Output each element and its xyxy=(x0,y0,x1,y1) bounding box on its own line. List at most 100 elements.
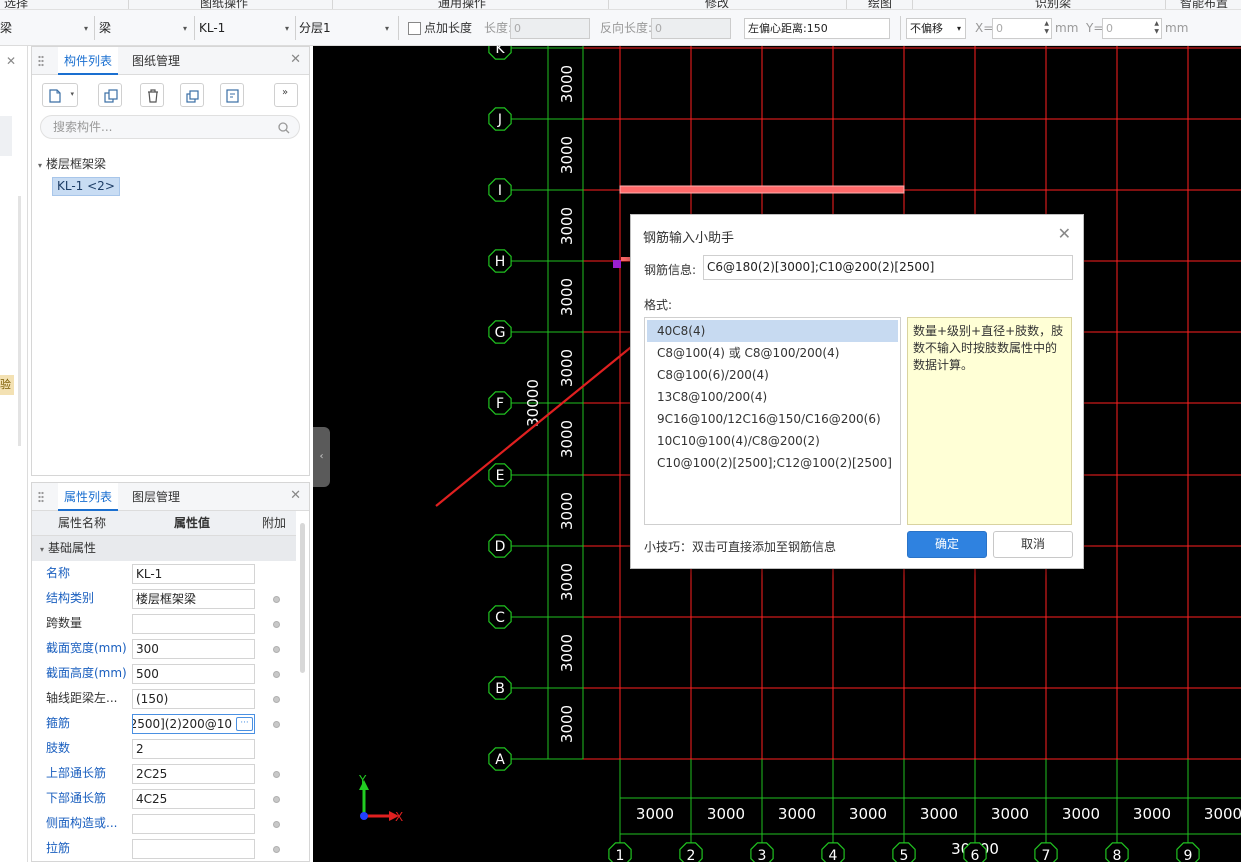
more-icon[interactable]: ··· xyxy=(236,717,253,731)
reverse-length-input[interactable]: 0 xyxy=(651,18,731,39)
axis-label: J xyxy=(497,112,502,128)
more-button[interactable]: » xyxy=(274,83,298,107)
format-list: 40C8(4) C8@100(4) 或 C8@100/200(4) C8@100… xyxy=(644,317,901,525)
component-panel: 构件列表 图纸管理 ✕ ▾ » 搜索构件... ▾ 楼层框架梁 KL-1 <2> xyxy=(31,46,310,476)
x-input[interactable]: 0 ▲ ▼ xyxy=(992,18,1052,39)
ribbon-modify[interactable]: 修改 xyxy=(705,0,729,9)
spacing-label: 3000 xyxy=(1062,805,1100,823)
new-component-button[interactable]: ▾ xyxy=(42,83,78,107)
extra-checkbox[interactable] xyxy=(273,646,280,653)
type-select-2[interactable]: 梁 ▾ xyxy=(99,18,191,39)
rebar-info-input[interactable]: C6@180(2)[3000];C10@200(2)[2500] xyxy=(703,255,1073,280)
spacing-label: 3000 xyxy=(707,805,745,823)
property-value-input[interactable] xyxy=(132,614,255,634)
format-item[interactable]: 13C8@100/200(4) xyxy=(645,386,900,408)
format-item[interactable]: 9C16@100/12C16@150/C16@200(6) xyxy=(645,408,900,430)
extra-checkbox[interactable] xyxy=(273,696,280,703)
format-item[interactable]: C8@100(6)/200(4) xyxy=(645,364,900,386)
axis-label: 4 xyxy=(829,848,838,862)
beam-segment xyxy=(619,185,905,194)
spacing-label: 3000 xyxy=(778,805,816,823)
copy-component-button[interactable] xyxy=(98,83,122,107)
format-item[interactable]: C10@100(2)[2500];C12@100(2)[2500] xyxy=(645,452,900,474)
drag-handle-icon[interactable] xyxy=(38,491,44,503)
format-item[interactable]: 40C8(4) xyxy=(647,320,898,342)
property-row: 箍筋10@200(2)[2500]··· xyxy=(32,711,296,736)
tab-drawing-management[interactable]: 图纸管理 xyxy=(126,47,186,75)
tree-item-kl1[interactable]: KL-1 <2> xyxy=(52,177,120,196)
property-value-input[interactable]: 2C25 xyxy=(132,764,255,784)
delete-component-button[interactable] xyxy=(140,83,164,107)
spinner-icon[interactable]: ▲ ▼ xyxy=(1154,20,1159,36)
spacing-label: 3000 xyxy=(558,278,576,316)
drag-handle-icon[interactable] xyxy=(38,55,44,67)
extra-checkbox[interactable] xyxy=(273,671,280,678)
tip-text: 小技巧：双击可直接添加至钢筋信息 xyxy=(644,540,837,554)
origin-dot xyxy=(360,812,368,820)
tab-property-list[interactable]: 属性列表 xyxy=(58,483,119,511)
copy-to-floor-button[interactable] xyxy=(180,83,204,107)
axis-label: G xyxy=(495,325,506,341)
axis-label: 8 xyxy=(1113,848,1122,862)
extra-checkbox[interactable] xyxy=(273,621,280,628)
close-icon[interactable]: ✕ xyxy=(290,488,301,503)
close-icon[interactable]: ✕ xyxy=(1058,224,1071,243)
scrollbar[interactable] xyxy=(300,523,305,673)
property-value-input[interactable]: KL-1 xyxy=(132,564,255,584)
extra-checkbox[interactable] xyxy=(273,821,280,828)
copy-icon xyxy=(104,89,118,103)
confirm-button[interactable]: 确定 xyxy=(907,531,987,558)
property-value-input[interactable]: 楼层框架梁 xyxy=(132,589,255,609)
component-select[interactable]: KL-1 ▾ xyxy=(199,18,293,39)
property-value-input[interactable]: 2 xyxy=(132,739,255,759)
cancel-button[interactable]: 取消 xyxy=(993,531,1073,558)
property-row: 跨数量 xyxy=(32,611,296,636)
tree-node-floor-frame-beam[interactable]: ▾ 楼层框架梁 xyxy=(38,155,106,172)
format-item[interactable]: 10C10@100(4)/C8@200(2) xyxy=(645,430,900,452)
point-length-checkbox[interactable] xyxy=(408,22,421,35)
spacing-label: 3000 xyxy=(558,634,576,672)
component-search-input[interactable]: 搜索构件... xyxy=(40,115,300,139)
layer-select[interactable]: 分层1 ▾ xyxy=(299,18,393,39)
property-row: 截面高度(mm) 500 xyxy=(32,661,296,686)
spinner-icon[interactable]: ▲ ▼ xyxy=(1044,20,1049,36)
close-icon[interactable]: ✕ xyxy=(6,54,16,68)
tab-component-list[interactable]: 构件列表 xyxy=(58,47,119,75)
property-value-input[interactable]: (150) xyxy=(132,689,255,709)
length-input[interactable]: 0 xyxy=(510,18,590,39)
property-value-input[interactable]: 500 xyxy=(132,664,255,684)
extra-checkbox[interactable] xyxy=(273,596,280,603)
y-label: Y= xyxy=(1086,21,1104,35)
extra-checkbox[interactable] xyxy=(273,771,280,778)
offset-mode-select[interactable]: 不偏移 ▾ xyxy=(906,18,966,39)
side-tag[interactable]: 验 xyxy=(0,375,14,395)
offset-field[interactable]: 左偏心距离:150 xyxy=(744,18,890,39)
collapse-panel-button[interactable]: ‹ xyxy=(313,427,330,487)
ribbon-drawing-ops[interactable]: 图纸操作 xyxy=(200,0,248,9)
extra-checkbox[interactable] xyxy=(273,846,280,853)
spacing-label: 3000 xyxy=(1133,805,1171,823)
property-value-input[interactable] xyxy=(132,839,255,859)
format-item[interactable]: C8@100(4) 或 C8@100/200(4) xyxy=(645,342,900,364)
type-select-1[interactable]: 梁 ▾ xyxy=(0,18,92,39)
property-group-basic[interactable]: ▾ 基础属性 xyxy=(32,536,296,561)
tab-layer-management[interactable]: 图层管理 xyxy=(126,483,186,511)
y-input[interactable]: 0 ▲ ▼ xyxy=(1102,18,1162,39)
property-value-input[interactable]: 300 xyxy=(132,639,255,659)
property-value-input[interactable]: 4C25 xyxy=(132,789,255,809)
axis-label: I xyxy=(498,183,502,199)
ribbon-recognize-beam[interactable]: 识别梁 xyxy=(1035,0,1071,9)
extra-checkbox[interactable] xyxy=(273,721,280,728)
property-row: 拉筋 xyxy=(32,836,296,861)
property-value-input[interactable] xyxy=(132,814,255,834)
import-component-button[interactable] xyxy=(220,83,244,107)
extra-checkbox[interactable] xyxy=(273,796,280,803)
reverse-length-label: 反向长度: xyxy=(600,21,653,35)
close-icon[interactable]: ✕ xyxy=(290,52,301,67)
ribbon-smart-layout[interactable]: 智能布置 xyxy=(1180,0,1228,9)
ribbon-select[interactable]: 选择 xyxy=(4,0,28,9)
ribbon-general-ops[interactable]: 通用操作 xyxy=(438,0,486,9)
axis-label: H xyxy=(495,254,506,270)
ribbon-draw[interactable]: 绘图 xyxy=(868,0,892,9)
spacing-label: 3000 xyxy=(1204,805,1241,823)
